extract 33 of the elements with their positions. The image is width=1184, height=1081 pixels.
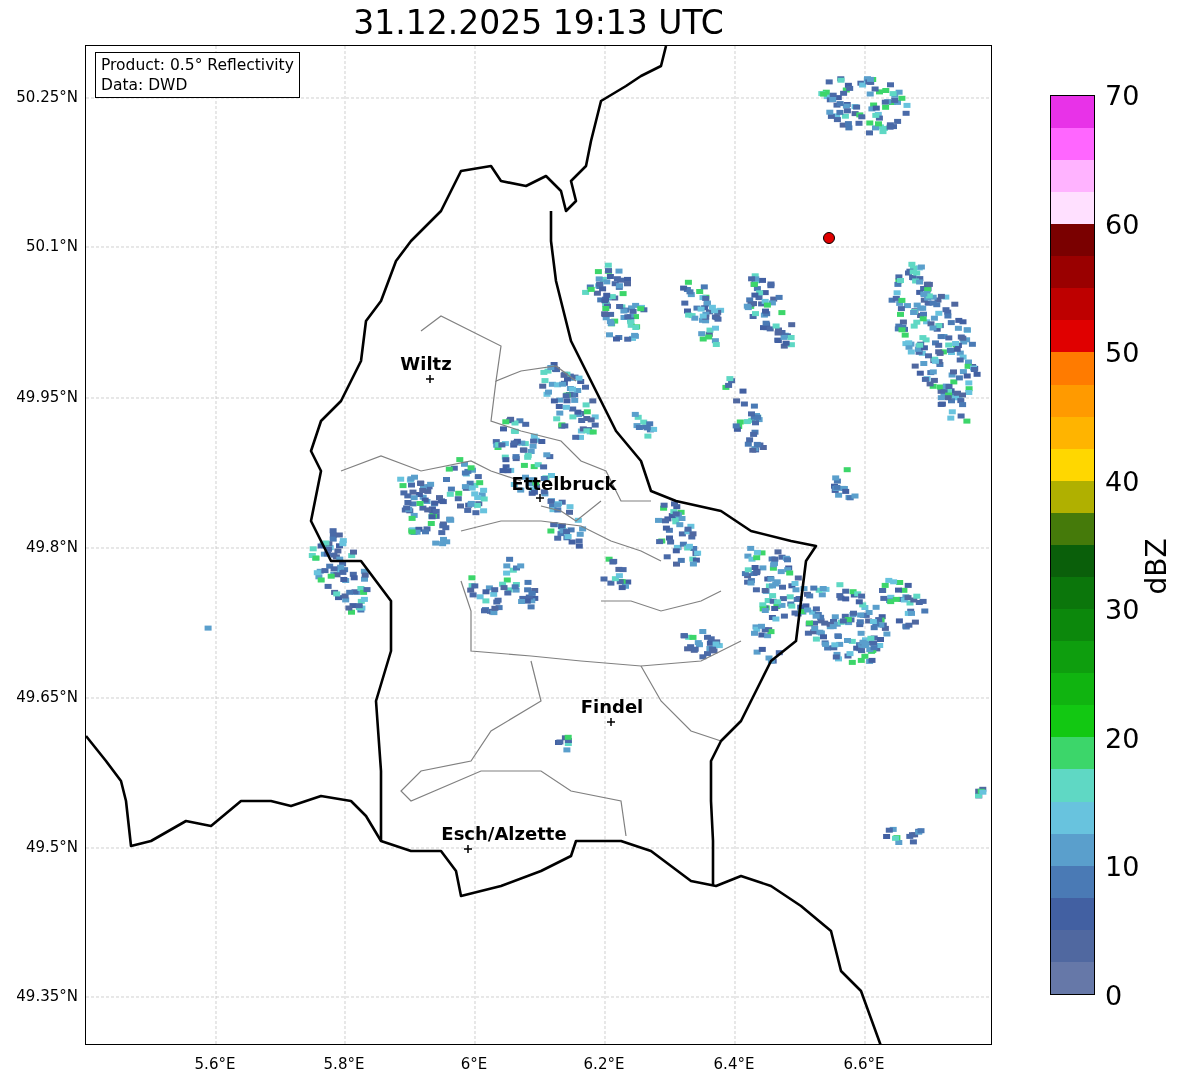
info-line: Product: 0.5° Reflectivity [101,55,294,75]
latitude-label: 49.8°N [25,538,78,556]
colorbar-tick-label: 60 [1105,208,1140,240]
radar-site-marker [823,232,835,244]
info-line: Data: DWD [101,75,189,95]
latitude-label: 49.65°N [16,688,78,706]
colorbar-label: dBZ [1139,538,1173,595]
longitude-label: 6.2°E [583,1055,625,1073]
latitude-label: 50.1°N [25,237,78,255]
colorbar-tick-label: 30 [1105,593,1140,625]
colorbar-tick-label: 10 [1105,850,1140,882]
longitude-label: 5.8°E [323,1055,365,1073]
colorbar-tick-label: 50 [1105,336,1140,368]
city-marker-icon [606,717,616,727]
city-marker-icon [425,374,435,384]
colorbar-tick-label: 20 [1105,722,1140,754]
city-label: Findel [580,695,644,717]
colorbar-tick-label: 70 [1105,79,1140,111]
latitude-label: 49.5°N [25,838,78,856]
colorbar-tick-label: 40 [1105,465,1140,497]
latitude-label: 50.25°N [16,88,78,106]
longitude-label: 6°E [460,1055,488,1073]
city-marker-icon [535,493,545,503]
chart-title: 31.12.2025 19:13 UTC [352,2,725,44]
city-label: Esch/Alzette [441,822,567,844]
city-marker-icon [463,844,473,854]
colorbar-tick-label: 0 [1105,979,1123,1011]
latitude-label: 49.35°N [16,987,78,1005]
city-label: Wiltz [400,352,452,374]
longitude-label: 6.6°E [843,1055,885,1073]
longitude-label: 6.4°E [713,1055,755,1073]
latitude-label: 49.95°N [16,388,78,406]
longitude-label: 5.6°E [194,1055,236,1073]
